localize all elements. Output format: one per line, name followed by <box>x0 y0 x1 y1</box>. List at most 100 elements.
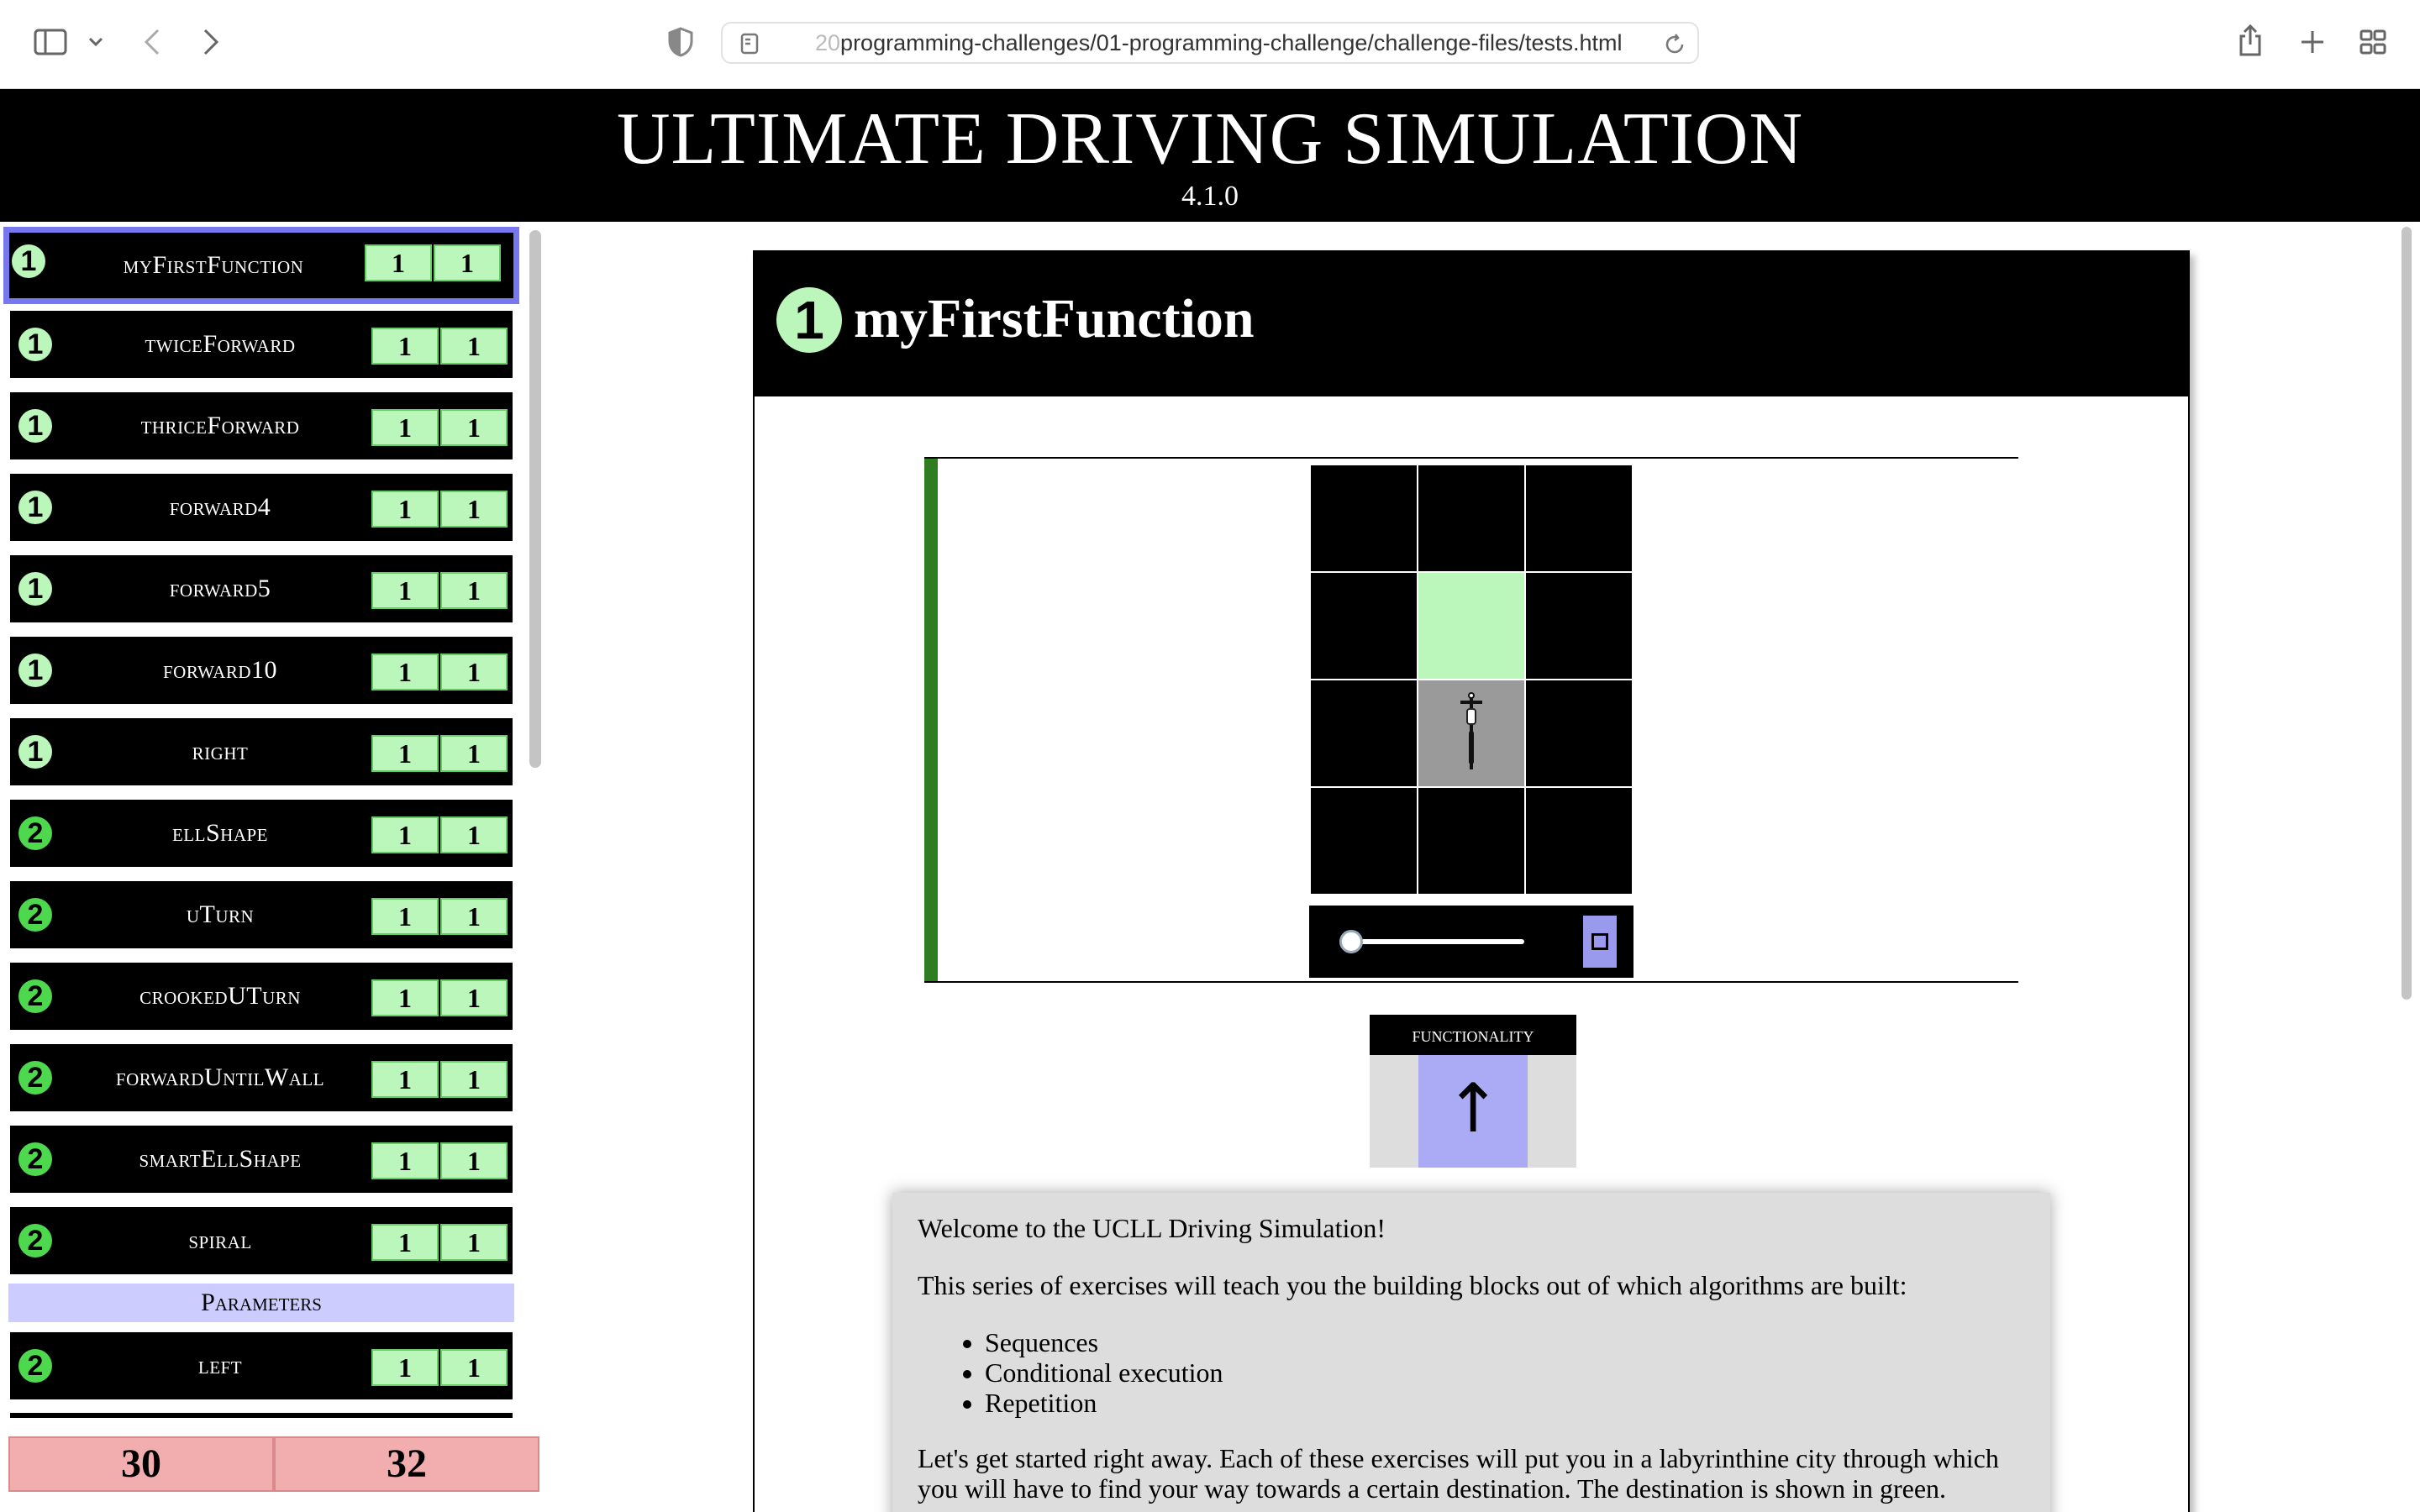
exercise-scores: 1 1 <box>371 1061 509 1098</box>
score-cell: 1 <box>371 491 439 528</box>
score-cell: 1 <box>440 735 508 772</box>
score-cell: 1 <box>371 1224 439 1261</box>
wall-cell <box>1418 788 1524 894</box>
address-bar[interactable]: 20programming-challenges/01-programming-… <box>721 22 1699 64</box>
reload-icon[interactable] <box>1662 32 1687 57</box>
level-badge: 1 <box>18 735 52 769</box>
score-cell: 1 <box>371 572 439 609</box>
shield-icon[interactable] <box>664 25 697 59</box>
score-cell: 1 <box>365 244 432 281</box>
exercise-item-myfirstfunction[interactable]: 1 myFirstFunction 1 1 <box>3 227 519 304</box>
score-cell: 1 <box>440 1061 508 1098</box>
exercise-item-uturn[interactable]: 2 uTurn 1 1 <box>10 881 513 948</box>
exercise-item-ellshape[interactable]: 2 ellShape 1 1 <box>10 800 513 867</box>
exercise-scores: 1 1 <box>371 491 509 528</box>
url-faded-part: 20 <box>815 30 841 55</box>
score-cell: 1 <box>371 1061 439 1098</box>
list-item: Repetition <box>985 1388 2025 1418</box>
share-icon[interactable] <box>2235 22 2265 59</box>
exercise-name: myFirstFunction <box>123 251 304 279</box>
simulation-panel <box>924 457 2018 983</box>
exercise-item-right[interactable]: 1 right 1 1 <box>10 718 513 785</box>
chevron-down-icon[interactable] <box>86 30 106 54</box>
exercise-card: 1 myFirstFunction functionality ↑ Welcom… <box>753 250 2190 1512</box>
city-grid <box>1311 465 1639 895</box>
score-cell: 1 <box>440 1142 508 1179</box>
description-paragraph: Welcome to the UCLL Driving Simulation! <box>918 1213 1386 1243</box>
exercise-name: uTurn <box>186 900 255 928</box>
exercise-item-forward4[interactable]: 1 forward4 1 1 <box>10 474 513 541</box>
score-cell: 1 <box>440 898 508 935</box>
exercise-title: myFirstFunction <box>854 288 1255 349</box>
browser-toolbar: 20programming-challenges/01-programming-… <box>0 0 2420 89</box>
description-paragraph: Let's get started right away. Each of th… <box>918 1443 1999 1504</box>
score-cell: 1 <box>371 654 439 690</box>
destination-cell <box>1418 573 1524 679</box>
exercise-scores: 1 1 <box>371 979 509 1016</box>
sidebar-scrollbar[interactable] <box>529 230 541 768</box>
level-badge: 2 <box>18 1224 52 1257</box>
exercise-name: right <box>192 738 249 765</box>
wall-cell <box>1526 573 1632 679</box>
wall-cell <box>1526 465 1632 571</box>
exercise-header: 1 myFirstFunction <box>755 252 2188 396</box>
exercise-item-twiceforward[interactable]: 1 twiceForward 1 1 <box>10 311 513 378</box>
sidebar-toggle-icon[interactable] <box>32 27 69 57</box>
exercise-item-spiral[interactable]: 2 spiral 1 1 <box>10 1207 513 1274</box>
car-cell <box>1418 680 1524 786</box>
exercise-item-forwarduntilwall[interactable]: 2 forwardUntilWall 1 1 <box>10 1044 513 1111</box>
exercise-name: spiral <box>188 1226 252 1254</box>
score-cell: 1 <box>440 491 508 528</box>
description-paragraph: This series of exercises will teach you … <box>918 1270 1907 1300</box>
score-cell: 1 <box>371 1142 439 1179</box>
exercise-name: forwardUntilWall <box>115 1063 325 1091</box>
score-cell: 1 <box>371 979 439 1016</box>
description-list: Sequences Conditional execution Repetiti… <box>985 1327 2025 1418</box>
level-badge: 1 <box>776 287 842 353</box>
exercise-item-crookeduturn[interactable]: 2 crookedUTurn 1 1 <box>10 963 513 1030</box>
score-cell: 1 <box>371 409 439 446</box>
wall-cell <box>1526 680 1632 786</box>
exercise-item-forward10[interactable]: 1 forward10 1 1 <box>10 637 513 704</box>
exercise-item-thriceforward[interactable]: 1 thriceForward 1 1 <box>10 392 513 459</box>
exercise-item-smartellshape[interactable]: 2 smartEllShape 1 1 <box>10 1126 513 1193</box>
exercise-item-partial[interactable] <box>10 1413 513 1418</box>
speed-slider-thumb[interactable] <box>1339 930 1363 953</box>
list-item: Sequences <box>985 1327 2025 1357</box>
score-cell: 1 <box>440 979 508 1016</box>
accent-bar <box>924 459 938 981</box>
new-tab-icon[interactable] <box>2297 27 2328 57</box>
exercise-sidebar: 1 myFirstFunction 1 1 1 twiceForward 1 1… <box>0 222 546 1512</box>
level-badge: 1 <box>18 409 52 443</box>
exercise-scores: 1 1 <box>371 328 509 365</box>
exercise-item-forward5[interactable]: 1 forward5 1 1 <box>10 555 513 622</box>
level-badge: 1 <box>18 654 52 687</box>
exercise-name: twiceForward <box>145 330 296 358</box>
score-totals: 30 32 <box>8 1436 539 1492</box>
speed-slider-track[interactable] <box>1348 939 1524 944</box>
score-cell: 1 <box>371 816 439 853</box>
exercise-description: Welcome to the UCLL Driving Simulation! … <box>892 1193 2050 1512</box>
back-icon[interactable] <box>139 25 165 59</box>
score-cell: 1 <box>371 1349 439 1386</box>
exercise-name: thriceForward <box>140 412 300 439</box>
exercise-scores: 1 1 <box>371 1224 509 1261</box>
forward-icon[interactable] <box>198 25 224 59</box>
score-cell: 1 <box>440 654 508 690</box>
exercise-name: left <box>197 1352 243 1379</box>
total-score-b: 32 <box>274 1436 539 1492</box>
wall-cell <box>1418 465 1524 571</box>
tab-overview-icon[interactable] <box>2358 27 2388 57</box>
stop-button[interactable] <box>1583 916 1617 968</box>
main-scrollbar[interactable] <box>2402 227 2412 1000</box>
score-cell: 1 <box>371 898 439 935</box>
wall-cell <box>1311 573 1417 679</box>
exercise-name: ellShape <box>171 819 268 847</box>
level-badge: 2 <box>18 816 52 850</box>
score-cell: 1 <box>371 735 439 772</box>
exercise-item-left[interactable]: 2 left 1 1 <box>10 1332 513 1399</box>
exercise-scores: 1 1 <box>365 244 502 281</box>
score-cell: 1 <box>440 328 508 365</box>
level-badge: 1 <box>18 572 52 606</box>
score-cell: 1 <box>434 244 501 281</box>
